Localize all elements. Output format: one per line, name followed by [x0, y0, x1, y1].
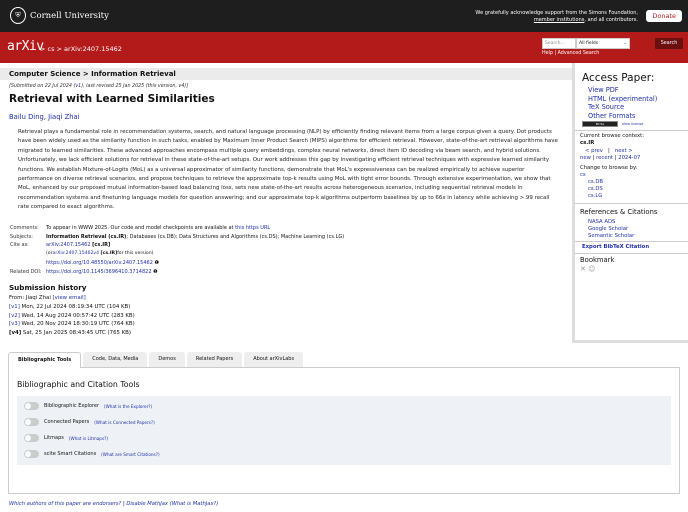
- cornell-seal-icon: ⛨: [10, 7, 26, 24]
- bibsonomy-icon[interactable]: ✕: [580, 265, 586, 273]
- panel-title: Bibliographic and Citation Tools: [17, 380, 140, 389]
- toggle[interactable]: [24, 418, 39, 426]
- version-row: [v2] Wed, 14 Aug 2024 00:57:42 UTC (283 …: [9, 313, 135, 319]
- bookmark-heading: Bookmark: [580, 256, 615, 264]
- cite-row: Cite as: arXiv:2407.15462 [cs.IR]: [10, 242, 111, 248]
- help-link[interactable]: Help: [542, 51, 553, 56]
- browse-cs-lg[interactable]: cs.LG: [588, 193, 602, 199]
- arxiv-logo[interactable]: arXiv: [7, 39, 44, 54]
- field-select[interactable]: All fields ⌄: [576, 38, 630, 49]
- endorsers-link[interactable]: Which authors of this paper are endorser…: [9, 501, 121, 507]
- browse-cs[interactable]: cs: [580, 172, 586, 178]
- abstract: Retrieval plays a fundamental role in re…: [18, 129, 558, 211]
- recent-link[interactable]: recent: [596, 155, 613, 161]
- nasa-ads-link[interactable]: NASA ADS: [588, 219, 615, 225]
- browse-cs-db[interactable]: cs.DB: [588, 179, 603, 185]
- semantic-scholar-link[interactable]: Semantic Scholar: [588, 233, 634, 239]
- info-icon[interactable]: ❶: [154, 260, 158, 266]
- what-mathjax-link[interactable]: (What is MathJax?): [168, 501, 219, 507]
- export-bibtex-link[interactable]: Export BibTeX Citation: [582, 244, 649, 250]
- tab-related-papers[interactable]: Related Papers: [186, 352, 243, 367]
- references-heading: References & Citations: [580, 208, 658, 216]
- disable-mathjax-link[interactable]: Disable MathJax: [126, 501, 168, 507]
- version-row: [v1] Mon, 22 Jul 2024 08:19:34 UTC (104 …: [9, 304, 131, 310]
- reddit-icon[interactable]: ☺: [588, 265, 595, 273]
- version-row: [v3] Wed, 20 Nov 2024 18:30:19 UTC (764 …: [9, 321, 135, 327]
- browse-context: cs.IR: [580, 140, 595, 146]
- version-row: [v4] Sat, 25 Jan 2025 08:43:45 UTC (765 …: [9, 330, 131, 336]
- cite-v4-link[interactable]: arXiv:2407.15462v4: [53, 251, 100, 256]
- access-paper-heading: Access Paper:: [582, 72, 655, 84]
- other-formats-link[interactable]: Other Formats: [588, 112, 636, 120]
- acknowledgement: We gratefully acknowledge support from t…: [475, 10, 638, 23]
- tab-demos[interactable]: Demos: [149, 352, 185, 367]
- view-license-link[interactable]: view license: [622, 122, 643, 126]
- new-link[interactable]: new: [580, 155, 591, 161]
- chevron-down-icon: ⌄: [623, 41, 627, 46]
- month-link[interactable]: 2024-07: [618, 155, 640, 161]
- member-institutions-link[interactable]: member institutions: [534, 17, 585, 23]
- related-doi-row: Related DOI: https://doi.org/10.1145/3696…: [10, 269, 158, 275]
- footer-links: Which authors of this paper are endorser…: [9, 501, 219, 507]
- toggle[interactable]: [24, 434, 39, 442]
- submission-date: [Submitted on 22 Jul 2024 (v1), last rev…: [9, 84, 189, 89]
- code-link[interactable]: this https URL: [235, 225, 270, 231]
- tool-bibliographic-explorer: Bibliographic Explorer (What is the Explo…: [24, 402, 152, 410]
- google-scholar-link[interactable]: Google Scholar: [588, 226, 628, 232]
- view-pdf-link[interactable]: View PDF: [588, 86, 619, 94]
- tab-code-data-media[interactable]: Code, Data, Media: [83, 352, 148, 367]
- tool-connected-papers: Connected Papers (What is Connected Paper…: [24, 418, 155, 426]
- html-link[interactable]: HTML (experimental): [588, 95, 657, 103]
- tools-list: Bibliographic Explorer (What is the Explo…: [17, 396, 671, 465]
- submission-history-heading: Submission history: [9, 283, 87, 292]
- cornell-logo[interactable]: ⛨ Cornell University: [10, 7, 109, 24]
- search-button[interactable]: Search: [655, 38, 683, 49]
- info-icon[interactable]: ❶: [153, 269, 157, 275]
- related-doi-link[interactable]: https://doi.org/10.1145/3696410.3714822: [46, 269, 152, 275]
- donate-button[interactable]: Donate: [646, 10, 682, 22]
- tool-litmaps: Litmaps (What is Litmaps?): [24, 434, 108, 442]
- breadcrumb: > cs > arXiv:2407.15462: [40, 45, 122, 53]
- tab-about-arxivlabs[interactable]: About arXivLabs: [244, 352, 304, 367]
- toggle[interactable]: [24, 450, 39, 458]
- authors: Bailu Ding, Jiaqi Zhai: [9, 113, 80, 121]
- browse-cs-ds[interactable]: cs.DS: [588, 186, 603, 192]
- subjects-row: Subjects: Information Retrieval (cs.IR); …: [10, 234, 345, 240]
- search-input[interactable]: Search...: [542, 38, 576, 49]
- author-link[interactable]: Bailu Ding: [9, 113, 44, 121]
- view-email-link[interactable]: [view email]: [53, 295, 86, 301]
- tab-bibliographic-tools[interactable]: Bibliographic Tools: [8, 352, 82, 368]
- labs-tabs: Bibliographic Tools Code, Data, Media De…: [8, 352, 304, 368]
- tex-source-link[interactable]: TeX Source: [588, 103, 624, 111]
- tool-scite: scite Smart Citations (What are Smart Cit…: [24, 450, 160, 458]
- category-header: Computer Science > Information Retrieval: [0, 68, 572, 80]
- toggle[interactable]: [24, 402, 39, 410]
- comments-row: Comments: To appear in WWW 2025. Our code…: [10, 225, 271, 231]
- cc-license-badge[interactable]: BY-SA: [582, 121, 618, 127]
- prev-link[interactable]: < prev: [585, 148, 603, 154]
- author-link[interactable]: Jiaqi Zhai: [48, 113, 79, 121]
- cite-link[interactable]: arXiv:2407.15462: [46, 242, 91, 248]
- page-title: Retrieval with Learned Similarities: [9, 93, 215, 105]
- next-link[interactable]: next >: [615, 148, 633, 154]
- doi-link[interactable]: https://doi.org/10.48550/arXiv.2407.1546…: [46, 260, 153, 266]
- advanced-search-link[interactable]: Advanced Search: [558, 51, 600, 56]
